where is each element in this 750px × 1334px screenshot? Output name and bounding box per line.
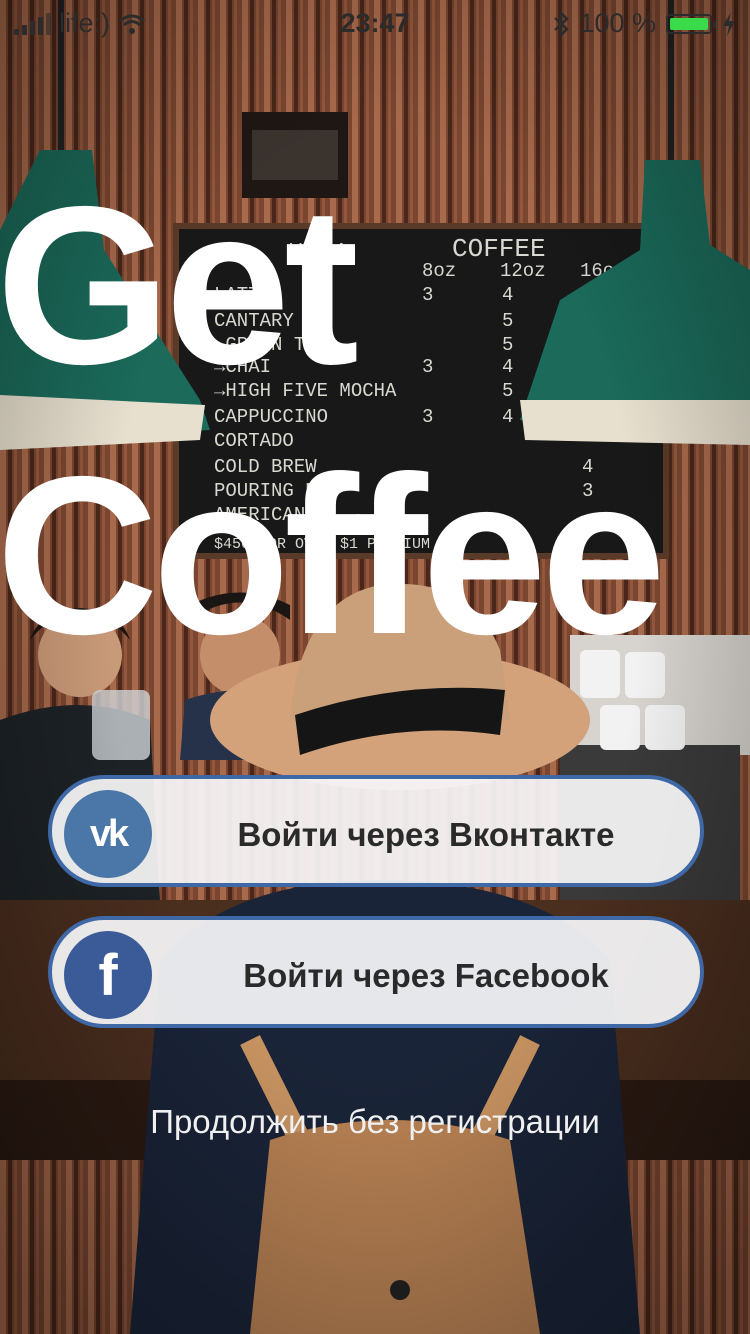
- login-vk-button[interactable]: vk Войти через Вконтакте: [48, 775, 704, 887]
- facebook-logo-icon: f: [64, 931, 152, 1019]
- vk-logo-icon: vk: [64, 790, 152, 878]
- login-facebook-button[interactable]: f Войти через Facebook: [48, 916, 704, 1028]
- continue-without-registration-link[interactable]: Продолжить без регистрации: [0, 1103, 750, 1141]
- app-title: Get Coffee: [0, 150, 666, 690]
- login-facebook-label: Войти через Facebook: [243, 957, 609, 994]
- charging-bolt-icon: [723, 11, 735, 36]
- battery-fill: [670, 17, 708, 30]
- app-title-line-2: Coffee: [0, 429, 666, 681]
- status-bar-right: 100 %: [553, 8, 736, 39]
- app-title-line-1: Get: [0, 159, 359, 411]
- login-vk-label: Войти через Вконтакте: [237, 816, 615, 853]
- battery-percent: 100 %: [579, 8, 656, 38]
- bluetooth-icon: [554, 10, 570, 37]
- battery-icon: [666, 13, 716, 34]
- status-bar: life:) 23:47 100 %: [0, 0, 750, 48]
